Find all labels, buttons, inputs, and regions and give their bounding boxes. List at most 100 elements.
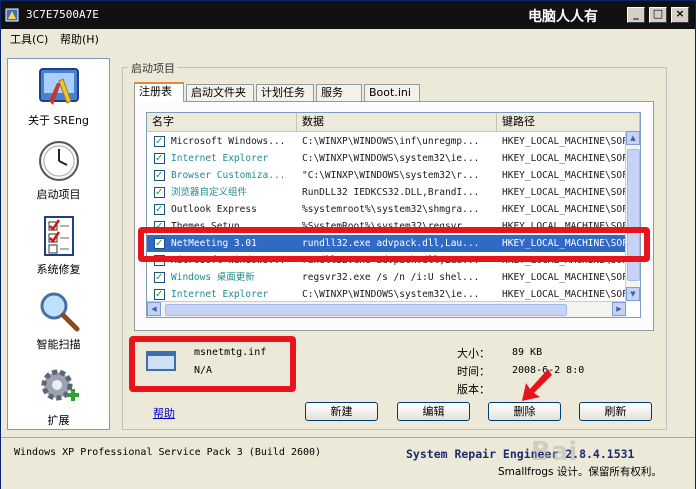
refresh-button[interactable]: 刷新 (579, 402, 652, 421)
scroll-down-arrow-icon[interactable]: ▼ (626, 287, 640, 301)
column-key[interactable]: 键路径 (497, 113, 640, 131)
scroll-up-arrow-icon[interactable]: ▲ (626, 131, 640, 145)
checklist-icon (43, 216, 74, 256)
detail-company: N/A (194, 365, 213, 376)
title-bar[interactable]: 3C7E7500A7E 电脑人人有 _ □ × (1, 1, 695, 29)
status-os-version: Windows XP Professional Service Pack 3 (… (14, 447, 322, 458)
row-key: HKEY_LOCAL_MACHINE\SOFT (502, 238, 630, 249)
row-key: HKEY_LOCAL_MACHINE\SOFT (502, 221, 630, 232)
new-button[interactable]: 新建 (305, 402, 378, 421)
list-row[interactable]: Internet Explorer C:\WINXP\WINDOWS\system… (147, 150, 633, 167)
delete-button[interactable]: 删除 (488, 402, 561, 421)
version-label: 版本： (457, 383, 490, 396)
minimize-button[interactable]: _ (627, 7, 645, 23)
sidebar-label-repair: 系统修复 (36, 263, 81, 276)
checkbox[interactable] (154, 184, 165, 201)
edit-button[interactable]: 编辑 (397, 402, 470, 421)
vertical-scrollbar[interactable]: ▲ ▼ (625, 131, 640, 301)
group-title: 启动项目 (128, 60, 178, 76)
startup-list[interactable]: 名字 数据 键路径 Microsoft Windows... C:\WINXP\W… (146, 112, 641, 318)
tab-startup-folder[interactable]: 启动文件夹 (186, 84, 254, 101)
watermark: Bai (531, 437, 578, 467)
brand-label: 电脑人人有 (528, 9, 598, 25)
sidebar: 关于 SREng 启动项目 系统修复 智能扫描 扩展 (7, 58, 110, 430)
app-window: 3C7E7500A7E 电脑人人有 _ □ × 工具(C) 帮助(H) 关于 S… (0, 0, 696, 489)
sidebar-item-repair[interactable]: 系统修复 (8, 214, 109, 277)
row-key: HKEY_LOCAL_MACHINE\SOFT (502, 255, 630, 266)
list-header: 名字 数据 键路径 (147, 113, 640, 132)
row-data: %systemroot%\system32\shmgra... (302, 204, 480, 215)
tab-registry[interactable]: 注册表 (134, 82, 184, 102)
row-name: Themes Setup (171, 221, 240, 232)
checkbox[interactable] (154, 150, 165, 167)
sidebar-item-startup[interactable]: 启动项目 (8, 139, 109, 202)
row-data: %SystemRoot%\system32\regsvr... (302, 221, 480, 232)
sidebar-label-startup: 启动项目 (36, 188, 81, 201)
row-key: HKEY_LOCAL_MACHINE\SOFT (502, 170, 630, 181)
column-data[interactable]: 数据 (297, 113, 497, 131)
scroll-left-arrow-icon[interactable]: ◀ (147, 302, 161, 316)
list-row[interactable]: Windows 桌面更新 regsvr32.exe /s /n /i:U shel… (147, 269, 633, 286)
size-value: 89 KB (512, 347, 543, 358)
checkbox[interactable] (154, 133, 165, 150)
row-key: HKEY_LOCAL_MACHINE\SOFT (502, 136, 630, 147)
status-copyright: Smallfrogs 设计。保留所有权利。 (498, 466, 662, 478)
arrow-pointer-icon (522, 369, 552, 401)
close-button[interactable]: × (671, 7, 689, 23)
tab-services[interactable]: 服务 (316, 84, 362, 101)
list-row[interactable]: Themes Setup %SystemRoot%\system32\regsvr… (147, 218, 633, 235)
sidebar-item-about[interactable]: 关于 SREng (8, 65, 109, 128)
status-bar: Windows XP Professional Service Pack 3 (… (1, 437, 695, 489)
maximize-button[interactable]: □ (649, 7, 667, 23)
sidebar-label-scan: 智能扫描 (36, 338, 81, 351)
file-icon (146, 351, 176, 371)
checkbox[interactable] (154, 286, 165, 303)
menu-bar: 工具(C) 帮助(H) (1, 29, 695, 47)
clock-icon (38, 141, 79, 181)
checkbox[interactable] (154, 218, 165, 235)
checkbox[interactable] (154, 167, 165, 184)
sidebar-item-scan[interactable]: 智能扫描 (8, 289, 109, 352)
list-row[interactable]: Outlook Express %systemroot%\system32\shm… (147, 201, 633, 218)
detail-file-name: msnetmtg.inf (194, 347, 267, 358)
row-key: HKEY_LOCAL_MACHINE\SOFT (502, 153, 630, 164)
status-product: System Repair Engineer 2.8.4.1531 (406, 447, 635, 461)
checkbox[interactable] (154, 252, 165, 269)
magnifier-icon (40, 292, 79, 332)
list-row[interactable]: NetMeeting 3.01 rundll32.exe advpack.dll,… (147, 235, 633, 252)
checkbox[interactable] (154, 201, 165, 218)
sidebar-item-extend[interactable]: 扩展 (8, 365, 109, 428)
tools-icon (38, 68, 79, 105)
list-row[interactable]: 浏览器自定义组件 RunDLL32 IEDKCS32.DLL,BrandI... H… (147, 184, 633, 201)
menu-help[interactable]: 帮助(H) (60, 31, 99, 47)
row-data: rundll32.exe advpack.dll,Lau... (302, 255, 480, 266)
row-name: NetMeeting 3.01 (171, 238, 257, 249)
window-title: 3C7E7500A7E (26, 8, 99, 21)
menu-tools[interactable]: 工具(C) (10, 31, 48, 47)
row-name: Microsoft Windows... (171, 136, 286, 147)
row-name: Microsoft Windows... (171, 255, 286, 266)
vertical-scroll-thumb[interactable] (627, 149, 640, 281)
tab-scheduled-tasks[interactable]: 计划任务 (256, 84, 314, 101)
horizontal-scroll-thumb[interactable] (165, 304, 567, 316)
horizontal-scrollbar[interactable]: ◀ ▶ (147, 301, 626, 317)
list-row[interactable]: Microsoft Windows... C:\WINXP\WINDOWS\inf… (147, 133, 633, 150)
size-label: 大小： (457, 347, 490, 360)
list-row[interactable]: Microsoft Windows... rundll32.exe advpack… (147, 252, 633, 269)
row-name: Internet Explorer (171, 153, 269, 164)
row-data: RunDLL32 IEDKCS32.DLL,BrandI... (302, 187, 480, 198)
tab-boot-ini[interactable]: Boot.ini (364, 84, 420, 101)
row-data: regsvr32.exe /s /n /i:U shel... (302, 272, 480, 283)
app-icon (5, 8, 19, 22)
row-name: Windows 桌面更新 (171, 272, 255, 283)
list-row[interactable]: Browser Customiza... "C:\WINXP\WINDOWS\sy… (147, 167, 633, 184)
row-data: C:\WINXP\WINDOWS\system32\ie... (302, 153, 480, 164)
checkbox[interactable] (154, 235, 165, 252)
time-label: 时间： (457, 365, 490, 378)
row-name: 浏览器自定义组件 (171, 187, 248, 198)
column-name[interactable]: 名字 (147, 113, 297, 131)
scroll-right-arrow-icon[interactable]: ▶ (612, 302, 626, 316)
checkbox[interactable] (154, 269, 165, 286)
row-name: Browser Customiza... (171, 170, 286, 181)
help-link[interactable]: 帮助 (153, 405, 175, 421)
